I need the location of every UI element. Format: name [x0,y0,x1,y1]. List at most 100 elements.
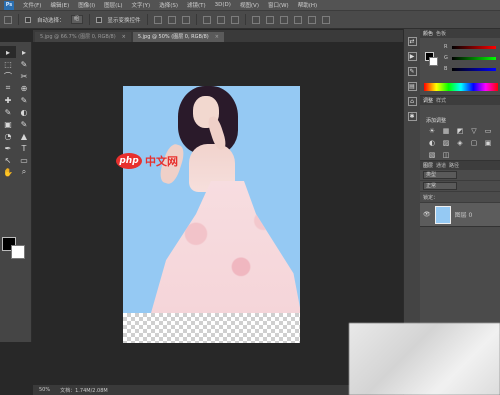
history-brush-tool-icon[interactable]: ◐ [16,106,32,118]
distribute-center-icon[interactable] [307,15,316,24]
clone-stamp-tool-icon[interactable]: ✎ [0,106,16,118]
menu-file[interactable]: 文件(F) [23,1,41,9]
tab-paths[interactable]: 路径 [449,162,459,169]
layer-item[interactable]: 👁 图层 0 [420,203,500,227]
menu-type[interactable]: 文字(Y) [132,1,151,9]
menu-view[interactable]: 视图(V) [240,1,259,9]
distribute-middle-icon[interactable] [265,15,274,24]
artboard-tool-icon[interactable]: ▸ [16,46,32,58]
path-select-tool-icon[interactable]: ↖ [0,154,16,166]
align-center-icon[interactable] [216,15,225,24]
vibrance-icon[interactable]: ▭ [482,127,494,137]
align-middle-icon[interactable] [167,15,176,24]
brightness-icon[interactable]: ☀ [426,127,438,137]
blend-mode-select[interactable]: 正常 [423,182,457,190]
exposure-icon[interactable]: ▽ [468,127,480,137]
black-white-icon[interactable]: ◈ [454,139,466,149]
auto-select-dropdown[interactable]: 组 [70,15,83,24]
menu-edit[interactable]: 编辑(E) [50,1,69,9]
type-tool-icon[interactable]: T [16,142,32,154]
menu-filter[interactable]: 滤镜(T) [187,1,206,9]
eraser-tool-icon[interactable]: ▣ [0,118,16,130]
tool-presets-icon[interactable]: ✱ [407,112,417,121]
menu-select[interactable]: 选择(S) [159,1,178,9]
play-icon[interactable]: ▶ [407,52,417,61]
color-panel: R G B [420,38,500,96]
distribute-bottom-icon[interactable] [279,15,288,24]
tab-swatches[interactable]: 色板 [436,30,446,37]
toolbox: ▸ ▸ ⬚ ✎ ⌒ ✂ ⌗ ⊕ ✚ ✎ ✎ ◐ ▣ ✎ ◔ ▲ ✒ T ↖ ▭ … [0,42,32,342]
document-canvas[interactable] [123,86,300,343]
red-slider[interactable] [452,46,496,49]
crop-tool-icon[interactable]: ✂ [16,70,32,82]
color-spectrum[interactable] [424,83,498,91]
background-color-swatch[interactable] [429,57,438,66]
brush-icon[interactable]: ✎ [407,67,417,76]
transparency-checkerboard [123,313,300,343]
options-bar: 自动选择： 组 显示变换控件 [0,11,500,29]
eyedropper-tool-icon[interactable]: ⊕ [16,82,32,94]
brush-tool-icon[interactable]: ✎ [16,94,32,106]
blue-slider[interactable] [452,68,496,71]
pen-tool-icon[interactable]: ✒ [0,142,16,154]
tab-color[interactable]: 颜色 [423,30,433,37]
canvas-area[interactable]: php 中文网 [33,42,403,385]
lasso-tool-icon[interactable]: ✎ [16,58,32,70]
levels-icon[interactable]: ▦ [440,127,452,137]
menu-3d[interactable]: 3D(D) [215,2,231,8]
menu-window[interactable]: 窗口(W) [268,1,289,9]
layer-kind-select[interactable]: 类型 [423,171,457,179]
menu-layer[interactable]: 图层(L) [104,1,122,9]
auto-select-label: 自动选择： [37,17,65,24]
invert-icon[interactable]: ▧ [426,151,438,161]
tab-document-1[interactable]: 5.jpg @ 66.7% (图层 0, RGB/8) × [35,32,131,42]
auto-select-checkbox[interactable] [25,16,31,23]
zoom-tool-icon[interactable]: ⌕ [16,166,32,178]
align-bottom-icon[interactable] [181,15,190,24]
tab-styles[interactable]: 样式 [436,97,446,104]
marquee-tool-icon[interactable]: ⬚ [0,58,16,70]
clone-source-icon[interactable]: ⌂ [407,97,417,106]
tab-adjustments[interactable]: 调整 [423,97,433,104]
gradient-tool-icon[interactable]: ✎ [16,118,32,130]
layers-icon[interactable]: ▤ [407,82,417,91]
close-icon[interactable]: × [122,32,126,42]
distribute-right-icon[interactable] [321,15,330,24]
color-balance-icon[interactable]: ▨ [440,139,452,149]
distribute-left-icon[interactable] [293,15,302,24]
background-color-swatch[interactable] [11,245,25,259]
align-left-icon[interactable] [202,15,211,24]
channel-mixer-icon[interactable]: ▣ [482,139,494,149]
dodge-tool-icon[interactable]: ▲ [16,130,32,142]
tab-document-2[interactable]: 5.jpg @ 50% (图层 0, RGB/8) × [132,32,224,42]
hue-saturation-icon[interactable]: ◐ [426,139,438,149]
hand-tool-icon[interactable]: ✋ [0,166,16,178]
slice-tool-icon[interactable]: ⌗ [0,82,16,94]
photo-filter-icon[interactable]: ▢ [468,139,480,149]
layer-name[interactable]: 图层 0 [455,210,473,219]
align-top-icon[interactable] [153,15,162,24]
curves-icon[interactable]: ◩ [454,127,466,137]
green-slider[interactable] [452,57,496,60]
align-right-icon[interactable] [230,15,239,24]
shape-tool-icon[interactable]: ▭ [16,154,32,166]
posterize-icon[interactable]: ◫ [440,151,452,161]
visibility-eye-icon[interactable]: 👁 [423,211,431,218]
menu-image[interactable]: 图像(I) [78,1,95,9]
divider [244,14,246,25]
distribute-top-icon[interactable] [251,15,260,24]
app-logo-icon[interactable]: Ps [4,0,14,10]
tab-layers[interactable]: 图层 [423,162,433,169]
tab-channels[interactable]: 通道 [436,162,446,169]
zoom-level[interactable]: 50% [39,387,50,393]
move-tool-icon[interactable] [4,15,12,24]
doc-size: 文档：1.74M/2.08M [60,387,108,394]
menu-help[interactable]: 帮助(H) [298,1,317,9]
show-transform-checkbox[interactable] [95,16,102,23]
quick-select-tool-icon[interactable]: ⌒ [0,70,16,82]
arrange-icon[interactable]: ⇄ [407,37,417,46]
close-icon[interactable]: × [215,32,219,42]
healing-tool-icon[interactable]: ✚ [0,94,16,106]
blur-tool-icon[interactable]: ◔ [0,130,16,142]
move-tool-icon[interactable]: ▸ [0,46,16,58]
